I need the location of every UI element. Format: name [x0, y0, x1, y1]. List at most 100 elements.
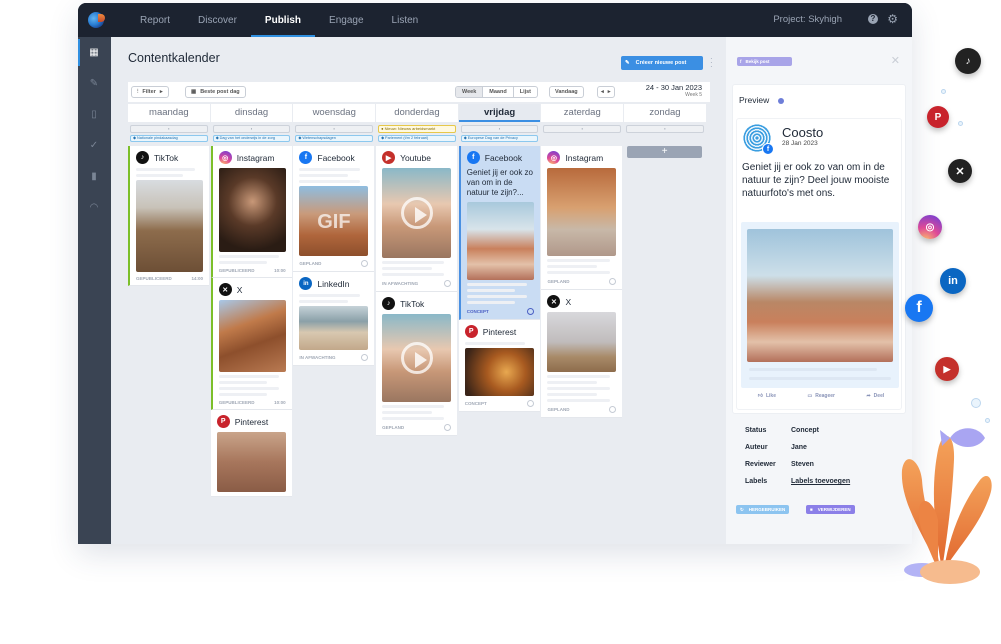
meta-key: Labels [745, 478, 768, 485]
post-card-linkedin[interactable]: in LinkedIn IN AFWACHTING [293, 272, 375, 366]
comment-action[interactable]: ▭ Reageer [808, 393, 835, 399]
post-card-x[interactable]: ✕ X GEPUBLICEERD 10:00 [210, 278, 292, 410]
card-header: ▶ Youtube [382, 151, 451, 164]
prev-week-icon[interactable]: ◂ [601, 89, 604, 95]
sidebar-item-stats[interactable]: ▮ [78, 161, 110, 192]
calendar-event-tag[interactable]: ◆ Wetenschapsdagen [295, 135, 374, 142]
news-event-tag[interactable]: ● Nieuw: Nieuws arbeidsmarkt [378, 125, 456, 133]
post-card-facebook[interactable]: f Facebook GIF GEPLAND [293, 146, 375, 272]
filter-button[interactable]: ⫶ Filter ▸ [131, 86, 169, 98]
post-card-instagram[interactable]: ◎ Instagram GEPLAND [541, 146, 623, 290]
sidebar-item-dashboard[interactable]: ◠ [78, 192, 110, 223]
meta-value[interactable]: Steven [791, 461, 814, 478]
day-header[interactable]: maandag [128, 104, 210, 122]
calendar-event-tag[interactable]: ◆ Nationale pindakaasdag [130, 135, 208, 142]
nav-listen[interactable]: Listen [378, 3, 433, 37]
delete-label: VERWIJDEREN [817, 507, 851, 512]
placeholder-line [382, 405, 445, 408]
best-post-day-button[interactable]: ▦ Beste post dag [185, 86, 246, 98]
info-icon[interactable] [778, 98, 784, 104]
day-header[interactable]: zondag [624, 104, 706, 122]
edit-icon: ✎ [89, 78, 99, 89]
clock-icon[interactable] [361, 260, 369, 267]
facebook-icon: f [466, 151, 480, 164]
project-selector[interactable]: Project: Skyhigh [773, 14, 842, 25]
reuse-button[interactable]: ↻ HERGEBRUIKEN [736, 505, 790, 514]
post-card-youtube[interactable]: ▶ Youtube IN AFWACHTING [376, 146, 458, 292]
share-action[interactable]: ➦ Deel [866, 393, 884, 399]
post-card-x[interactable]: ✕ X GEPLAND [541, 290, 623, 418]
calendar-event-tag[interactable]: ◆ Parlement (t/m 2 februari) [378, 135, 456, 142]
add-note-row[interactable]: ▪ [130, 125, 208, 133]
sidebar-item-edit[interactable]: ✎ [78, 68, 110, 99]
clock-icon[interactable] [526, 308, 534, 315]
clock-icon[interactable] [361, 354, 369, 361]
day-header[interactable]: woensdag [293, 104, 376, 122]
clock-icon[interactable] [609, 278, 617, 285]
calendar-event-tag[interactable]: ◆ Dag van het onderwijs in de zorg [212, 135, 291, 142]
sidebar-item-approve[interactable]: ✓ [78, 130, 110, 161]
add-note-row[interactable]: ▪ [460, 125, 539, 133]
more-menu-icon[interactable]: · · · [710, 55, 713, 71]
nav-discover[interactable]: Discover [184, 3, 251, 37]
card-footer: GEPLAND [299, 260, 369, 267]
add-note-row[interactable]: ▪ [295, 125, 374, 133]
sidebar-item-document[interactable]: ▯ [78, 99, 110, 130]
post-time: 14:00 [191, 276, 203, 281]
add-post-button[interactable]: + [627, 146, 703, 158]
add-note-row[interactable]: ▪ [212, 125, 291, 133]
post-stack: f Facebook GIF GEPLAND in LinkedIn IN AFWACHTI… [293, 146, 375, 366]
today-button[interactable]: Vandaag [549, 86, 584, 98]
gauge-icon: ◠ [89, 202, 99, 213]
nav-publish[interactable]: Publish [250, 3, 316, 37]
meta-value[interactable]: Concept [791, 427, 819, 444]
clock-icon[interactable] [444, 280, 452, 287]
share-label: Deel [873, 393, 885, 399]
post-thumbnail [299, 306, 369, 350]
clock-icon[interactable] [526, 400, 534, 407]
card-header: f Facebook [299, 151, 368, 164]
post-card-instagram[interactable]: ◎ Instagram GEPUBLICEERD 10:00 [210, 146, 292, 278]
close-icon[interactable]: ✕ [891, 54, 900, 67]
clock-icon[interactable] [609, 406, 617, 413]
post-card-pinterest[interactable]: P Pinterest [210, 410, 292, 497]
post-thumbnail: GIF [299, 186, 369, 256]
view-month[interactable]: Maand [483, 87, 514, 97]
card-header: ♪ TikTok [382, 297, 451, 310]
card-footer: GEPLAND [382, 424, 452, 431]
view-post-button[interactable]: f Bekijk post [737, 57, 792, 66]
sidebar-item-calendar[interactable]: ▦ [78, 37, 110, 68]
create-post-button[interactable]: ✎ Créeer nieuwe post [621, 56, 703, 70]
day-header[interactable]: vrijdag [458, 104, 541, 122]
page-title: Contentkalender [128, 51, 220, 65]
pinterest-icon: P [216, 415, 230, 428]
add-note-row[interactable]: ▪ [626, 125, 704, 133]
post-card-pinterest[interactable]: P Pinterest CONCEPT [458, 320, 540, 412]
meta-labels: Labels Labels toevoegen [745, 478, 850, 495]
post-card-tiktok[interactable]: ♪ TikTok GEPUBLICEERD 14:00 [128, 146, 209, 286]
placeholder-line [547, 271, 610, 274]
preview-label: Preview [739, 95, 770, 105]
meta-value[interactable]: Jane [791, 444, 807, 461]
like-action[interactable]: 👍︎ Like [758, 393, 776, 399]
post-card-facebook[interactable]: f Facebook Geniet jij er ook zo van om in … [458, 146, 540, 320]
help-icon[interactable]: ? [868, 14, 878, 24]
account-avatar: f [743, 124, 774, 155]
add-note-row[interactable]: ▪ [543, 125, 622, 133]
clock-icon[interactable] [444, 424, 452, 431]
day-header[interactable]: donderdag [376, 104, 458, 122]
view-list[interactable]: Lijst [514, 87, 537, 97]
nav-engage[interactable]: Engage [315, 3, 377, 37]
gear-icon[interactable]: ⚙ [887, 12, 898, 26]
add-labels-link[interactable]: Labels toevoegen [791, 478, 850, 495]
delete-button[interactable]: ■ VERWIJDEREN [806, 505, 855, 514]
post-card-tiktok[interactable]: ♪ TikTok GEPLAND [376, 292, 458, 436]
nav-report[interactable]: Report [126, 3, 184, 37]
day-header[interactable]: zaterdag [541, 104, 624, 122]
calendar-event-tag[interactable]: ◆ Europese Dag van de Privacy [460, 135, 539, 142]
card-footer: GEPUBLICEERD 10:00 [219, 268, 286, 273]
day-header[interactable]: dinsdag [210, 104, 293, 122]
view-week[interactable]: Week [456, 87, 484, 97]
next-week-icon[interactable]: ▸ [608, 89, 611, 95]
coosto-logo-icon[interactable] [88, 12, 105, 28]
